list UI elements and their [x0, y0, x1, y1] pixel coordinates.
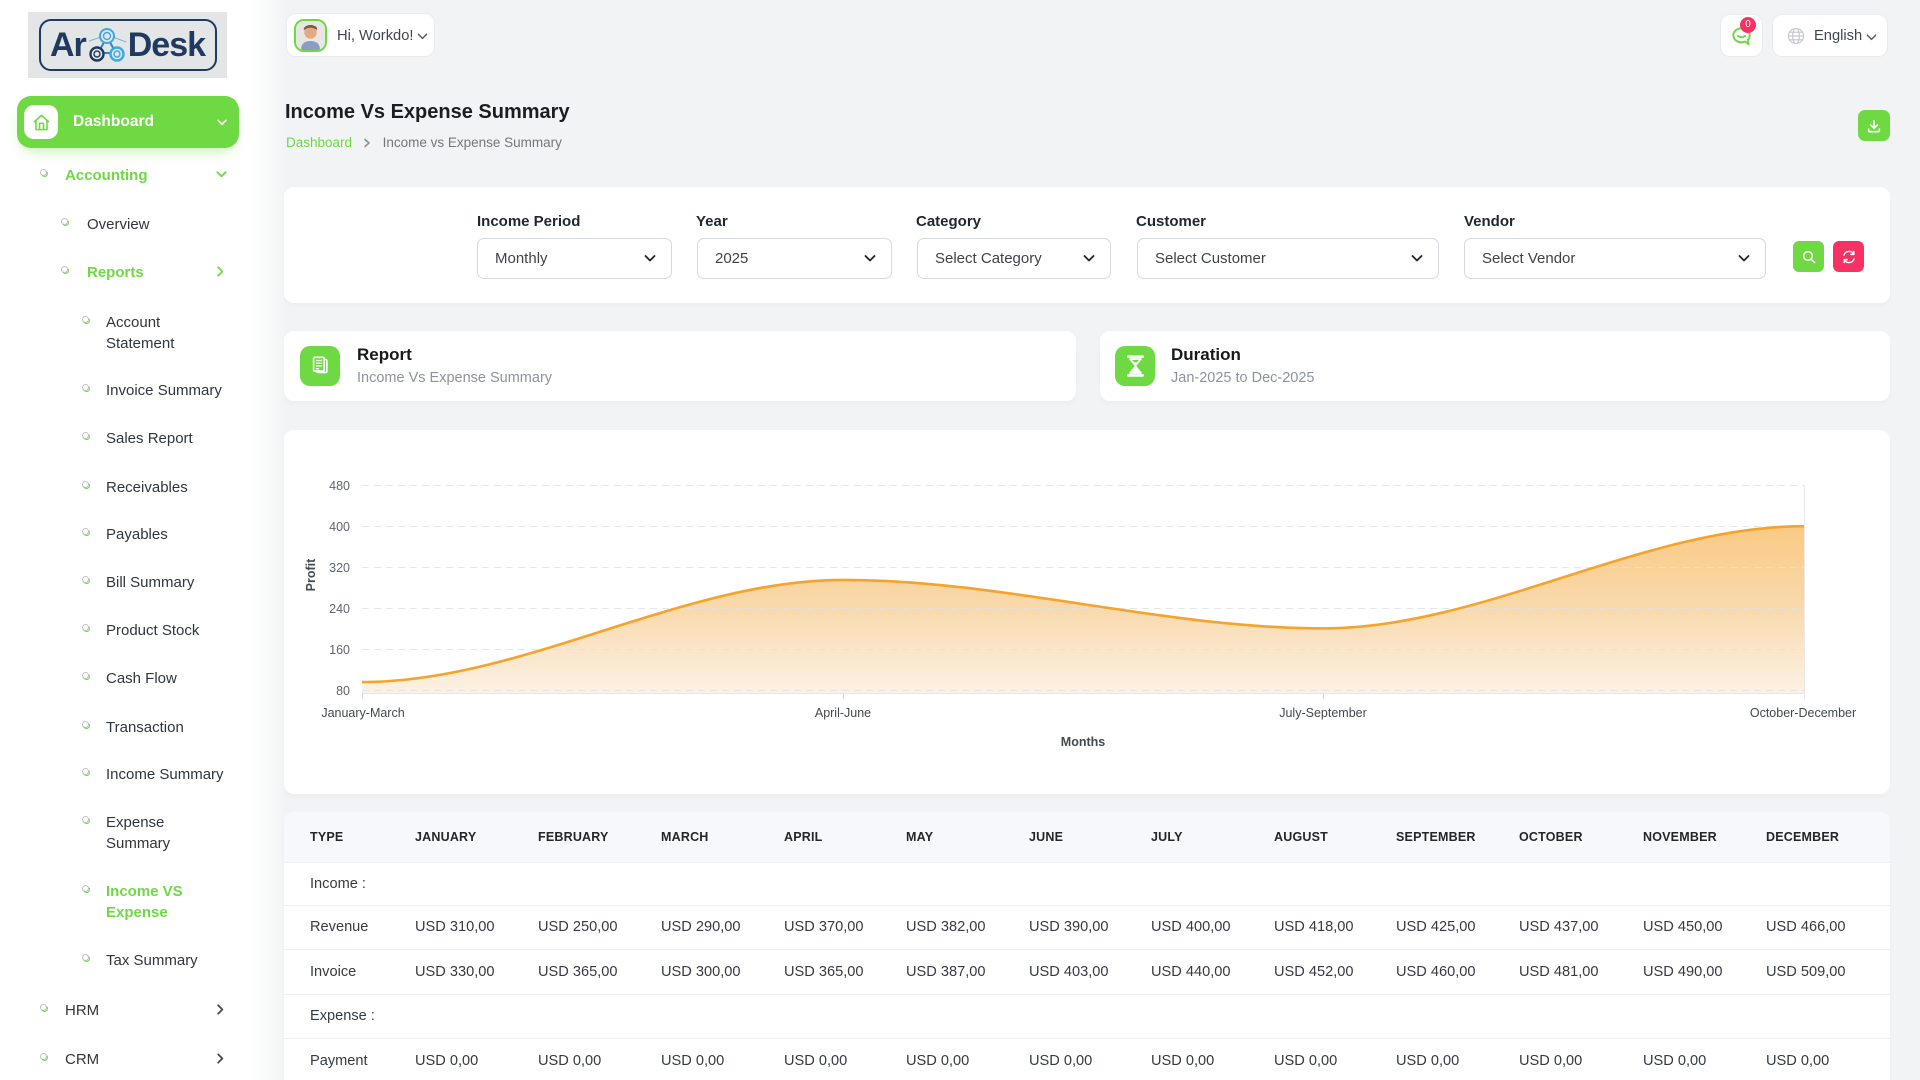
- svg-text:80: 80: [336, 684, 350, 698]
- svg-text:160: 160: [329, 643, 350, 657]
- svg-text:480: 480: [329, 479, 350, 493]
- svg-text:July-September: July-September: [1279, 706, 1367, 720]
- svg-text:Profit: Profit: [304, 558, 318, 591]
- svg-text:Months: Months: [1061, 735, 1105, 749]
- svg-text:240: 240: [329, 602, 350, 616]
- svg-text:October-December: October-December: [1750, 706, 1856, 720]
- svg-text:January-March: January-March: [321, 706, 404, 720]
- svg-text:April-June: April-June: [815, 706, 871, 720]
- svg-text:400: 400: [329, 520, 350, 534]
- svg-text:320: 320: [329, 561, 350, 575]
